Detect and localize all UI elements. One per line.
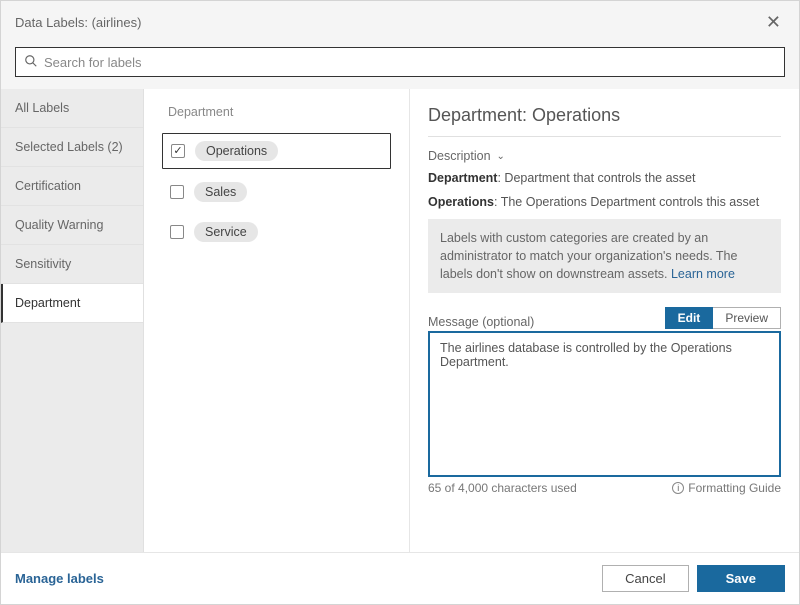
dialog-body: All Labels Selected Labels (2) Certifica… (1, 89, 799, 552)
learn-more-link[interactable]: Learn more (671, 267, 735, 281)
search-icon (24, 54, 38, 71)
search-input[interactable] (44, 55, 776, 70)
label-pill: Service (194, 222, 258, 242)
dialog-title: Data Labels: (airlines) (15, 15, 141, 30)
info-box: Labels with custom categories are create… (428, 219, 781, 293)
message-label: Message (optional) (428, 315, 534, 329)
formatting-guide-link[interactable]: i Formatting Guide (672, 481, 781, 495)
dialog-header: Data Labels: (airlines) ✕ (1, 1, 799, 41)
label-row-operations[interactable]: Operations (162, 133, 391, 169)
footer-buttons: Cancel Save (602, 565, 785, 592)
char-count: 65 of 4,000 characters used (428, 481, 577, 495)
description-department: Department: Department that controls the… (428, 171, 781, 185)
sidebar-item-department[interactable]: Department (1, 284, 143, 323)
message-footer: 65 of 4,000 characters used i Formatting… (428, 481, 781, 495)
label-row-sales[interactable]: Sales (162, 175, 391, 209)
save-button[interactable]: Save (697, 565, 785, 592)
sidebar-item-quality-warning[interactable]: Quality Warning (1, 206, 143, 245)
description-label: Description (428, 149, 491, 163)
sidebar-item-certification[interactable]: Certification (1, 167, 143, 206)
message-tabs: Edit Preview (665, 307, 781, 329)
search-container (1, 41, 799, 89)
detail-title: Department: Operations (428, 105, 781, 126)
search-box[interactable] (15, 47, 785, 77)
detail-panel: Department: Operations Description ⌄ Dep… (410, 89, 799, 552)
label-row-service[interactable]: Service (162, 215, 391, 249)
data-labels-dialog: Data Labels: (airlines) ✕ All Labels Sel… (0, 0, 800, 605)
sidebar-item-selected-labels[interactable]: Selected Labels (2) (1, 128, 143, 167)
label-pill: Operations (195, 141, 278, 161)
labels-list-title: Department (162, 105, 391, 119)
chevron-down-icon: ⌄ (497, 151, 505, 162)
sidebar-item-all-labels[interactable]: All Labels (1, 89, 143, 128)
close-icon: ✕ (766, 12, 781, 32)
checkbox-sales[interactable] (170, 185, 184, 199)
description-toggle[interactable]: Description ⌄ (428, 149, 781, 163)
message-textarea[interactable] (428, 331, 781, 477)
description-operations: Operations: The Operations Department co… (428, 195, 781, 209)
label-pill: Sales (194, 182, 247, 202)
message-header-row: Message (optional) Edit Preview (428, 307, 781, 329)
sidebar-item-sensitivity[interactable]: Sensitivity (1, 245, 143, 284)
manage-labels-link[interactable]: Manage labels (15, 571, 104, 586)
close-button[interactable]: ✕ (762, 11, 785, 33)
preview-tab[interactable]: Preview (713, 307, 781, 329)
cancel-button[interactable]: Cancel (602, 565, 688, 592)
info-icon: i (672, 482, 684, 494)
dialog-footer: Manage labels Cancel Save (1, 552, 799, 604)
labels-list-panel: Department Operations Sales Service (144, 89, 410, 552)
divider (428, 136, 781, 137)
edit-tab[interactable]: Edit (665, 307, 714, 329)
checkbox-operations[interactable] (171, 144, 185, 158)
checkbox-service[interactable] (170, 225, 184, 239)
sidebar: All Labels Selected Labels (2) Certifica… (1, 89, 144, 552)
